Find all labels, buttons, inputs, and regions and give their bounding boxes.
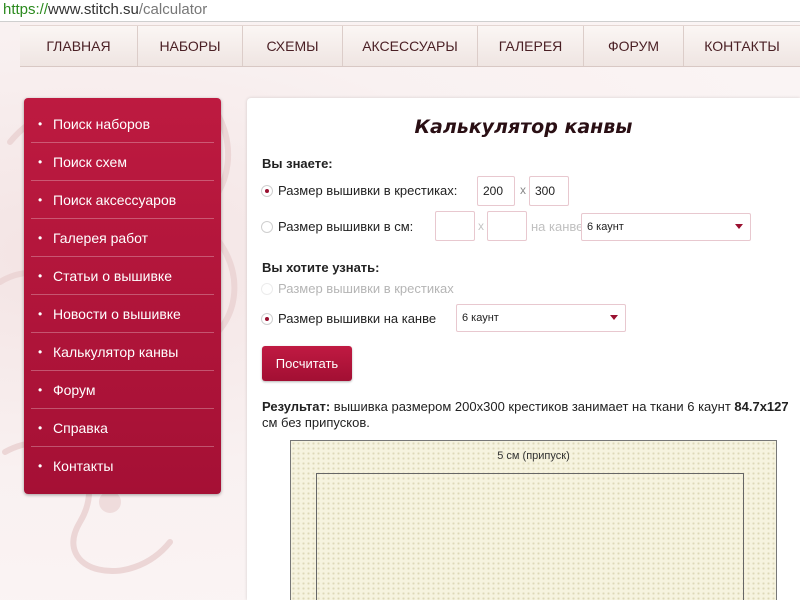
sidebar-item-label: Форум [53,382,96,398]
known-cm-option[interactable]: Размер вышивки в см: [261,214,431,240]
embroidery-area [316,473,744,600]
calculator-panel: Калькулятор канвы Вы знаете: Размер выши… [247,98,800,600]
bullet-icon: • [38,193,43,207]
nav-gallery[interactable]: ГАЛЕРЕЯ [478,26,584,66]
known-cm-radio[interactable] [261,221,273,233]
calculate-button[interactable]: Посчитать [262,346,352,381]
url-domain: www.stitch.su [48,1,139,18]
sidebar-item-label: Галерея работ [53,230,149,246]
want-canvas-select[interactable]: 6 каунт [456,304,626,332]
url-protocol: https:// [3,1,49,18]
bullet-icon: • [38,459,43,473]
sidebar-item-label: Статьи о вышивке [53,268,172,284]
address-bar[interactable]: https://www.stitch.su/calculator [0,0,800,22]
known-stitches-label: Размер вышивки в крестиках: [278,183,458,198]
bullet-icon: • [38,307,43,321]
cm-x-separator: x [478,219,484,233]
want-section-title: Вы хотите узнать: [262,260,380,275]
want-stitches-option[interactable]: Размер вышивки в крестиках [261,276,461,302]
sidebar-item-accessories-search[interactable]: • Поиск аксессуаров [31,181,214,219]
url-path: /calculator [138,1,208,18]
sidebar-item-label: Новости о вышивке [53,306,181,322]
sidebar-item-label: Поиск наборов [53,116,151,132]
want-canvas-label: Размер вышивки на канве [278,311,437,326]
sidebar-item-label: Поиск аксессуаров [53,192,177,208]
stitches-height-input[interactable]: 300 [529,176,569,206]
result-value: 84.7x127 [734,399,789,414]
want-canvas-select-value: 6 каунт [462,312,499,324]
stitches-width-input[interactable]: 200 [477,176,515,206]
want-canvas-radio[interactable] [261,313,273,325]
sidebar-item-news[interactable]: • Новости о вышивке [31,295,214,333]
result-suffix: см без припусков. [262,415,370,430]
want-stitches-label: Размер вышивки в крестиках [278,281,454,296]
bullet-icon: • [38,421,43,435]
allowance-label: 5 см (припуск) [497,450,570,462]
sidebar-item-canvas-calculator[interactable]: • Калькулятор канвы [31,333,214,371]
nav-contacts[interactable]: КОНТАКТЫ [684,26,800,66]
nav-charts[interactable]: СХЕМЫ [243,26,343,66]
top-navigation: ГЛАВНАЯ НАБОРЫ СХЕМЫ АКСЕССУАРЫ ГАЛЕРЕЯ … [20,25,800,67]
known-cm-label: Размер вышивки в см: [278,219,414,234]
bullet-icon: • [38,383,43,397]
bullet-icon: • [38,155,43,169]
bullet-icon: • [38,117,43,131]
nav-kits[interactable]: НАБОРЫ [138,26,243,66]
known-stitches-radio[interactable] [261,185,273,197]
stitches-x-separator: x [520,183,526,197]
on-canvas-label: на канве [531,219,584,234]
nav-accessories[interactable]: АКСЕССУАРЫ [343,26,478,66]
result-text: Результат: вышивка размером 200x300 крес… [262,399,792,431]
sidebar-item-contacts[interactable]: • Контакты [31,447,214,485]
result-prefix: Результат: [262,399,331,414]
sidebar-item-articles[interactable]: • Статьи о вышивке [31,257,214,295]
sidebar-item-forum[interactable]: • Форум [31,371,214,409]
nav-forum[interactable]: ФОРУМ [584,26,684,66]
canvas-preview: 5 см (припуск) [290,440,777,600]
bullet-icon: • [38,269,43,283]
page-title: Калькулятор канвы [414,116,633,138]
sidebar-item-works-gallery[interactable]: • Галерея работ [31,219,214,257]
sidebar-item-charts-search[interactable]: • Поиск схем [31,143,214,181]
result-body: вышивка размером 200x300 крестиков заним… [330,399,735,414]
sidebar-item-label: Поиск схем [53,154,127,170]
sidebar-item-label: Контакты [53,458,114,474]
sidebar-item-label: Справка [53,420,108,436]
chevron-down-icon [610,315,618,320]
want-stitches-radio[interactable] [261,283,273,295]
known-stitches-option[interactable]: Размер вышивки в крестиках: [261,178,461,204]
nav-home[interactable]: ГЛАВНАЯ [20,26,138,66]
cm-width-input[interactable] [435,211,475,241]
bullet-icon: • [38,345,43,359]
sidebar-item-help[interactable]: • Справка [31,409,214,447]
cm-height-input[interactable] [487,211,527,241]
bullet-icon: • [38,231,43,245]
known-canvas-select[interactable]: 6 каунт [581,213,751,241]
sidebar-item-label: Калькулятор канвы [53,344,179,360]
known-canvas-select-value: 6 каунт [587,221,624,233]
sidebar-menu: • Поиск наборов • Поиск схем • Поиск аксесс… [24,98,221,494]
want-canvas-option[interactable]: Размер вышивки на канве [261,306,451,332]
known-section-title: Вы знаете: [262,156,333,171]
sidebar-item-kits-search[interactable]: • Поиск наборов [31,105,214,143]
chevron-down-icon [735,224,743,229]
